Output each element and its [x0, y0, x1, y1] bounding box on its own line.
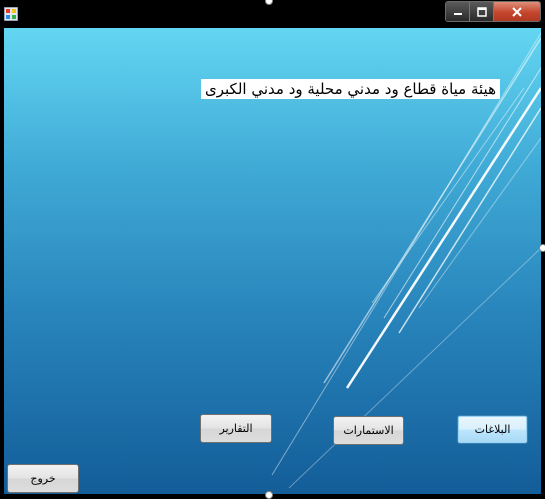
form-background: هيئة مياة قطاع ود مدني محلية ود مدني الك… [4, 28, 541, 494]
app-icon [4, 7, 18, 21]
reports-button[interactable]: التقارير [200, 414, 272, 443]
close-icon [512, 6, 522, 17]
resize-handle-right[interactable] [539, 244, 545, 252]
forms-button[interactable]: الاستمارات [333, 416, 404, 445]
app-window: هيئة مياة قطاع ود مدني محلية ود مدني الك… [0, 0, 545, 499]
title-bar[interactable] [0, 0, 545, 26]
maximize-icon [476, 6, 487, 17]
minimize-button[interactable] [446, 2, 470, 21]
exit-button[interactable]: خروج [7, 464, 79, 493]
notices-button[interactable]: البلاغات [457, 415, 528, 444]
minimize-icon [453, 12, 462, 15]
maximize-button[interactable] [470, 2, 494, 21]
organization-title: هيئة مياة قطاع ود مدني محلية ود مدني الك… [201, 79, 500, 99]
window-controls [445, 1, 541, 22]
close-button[interactable] [494, 2, 540, 21]
